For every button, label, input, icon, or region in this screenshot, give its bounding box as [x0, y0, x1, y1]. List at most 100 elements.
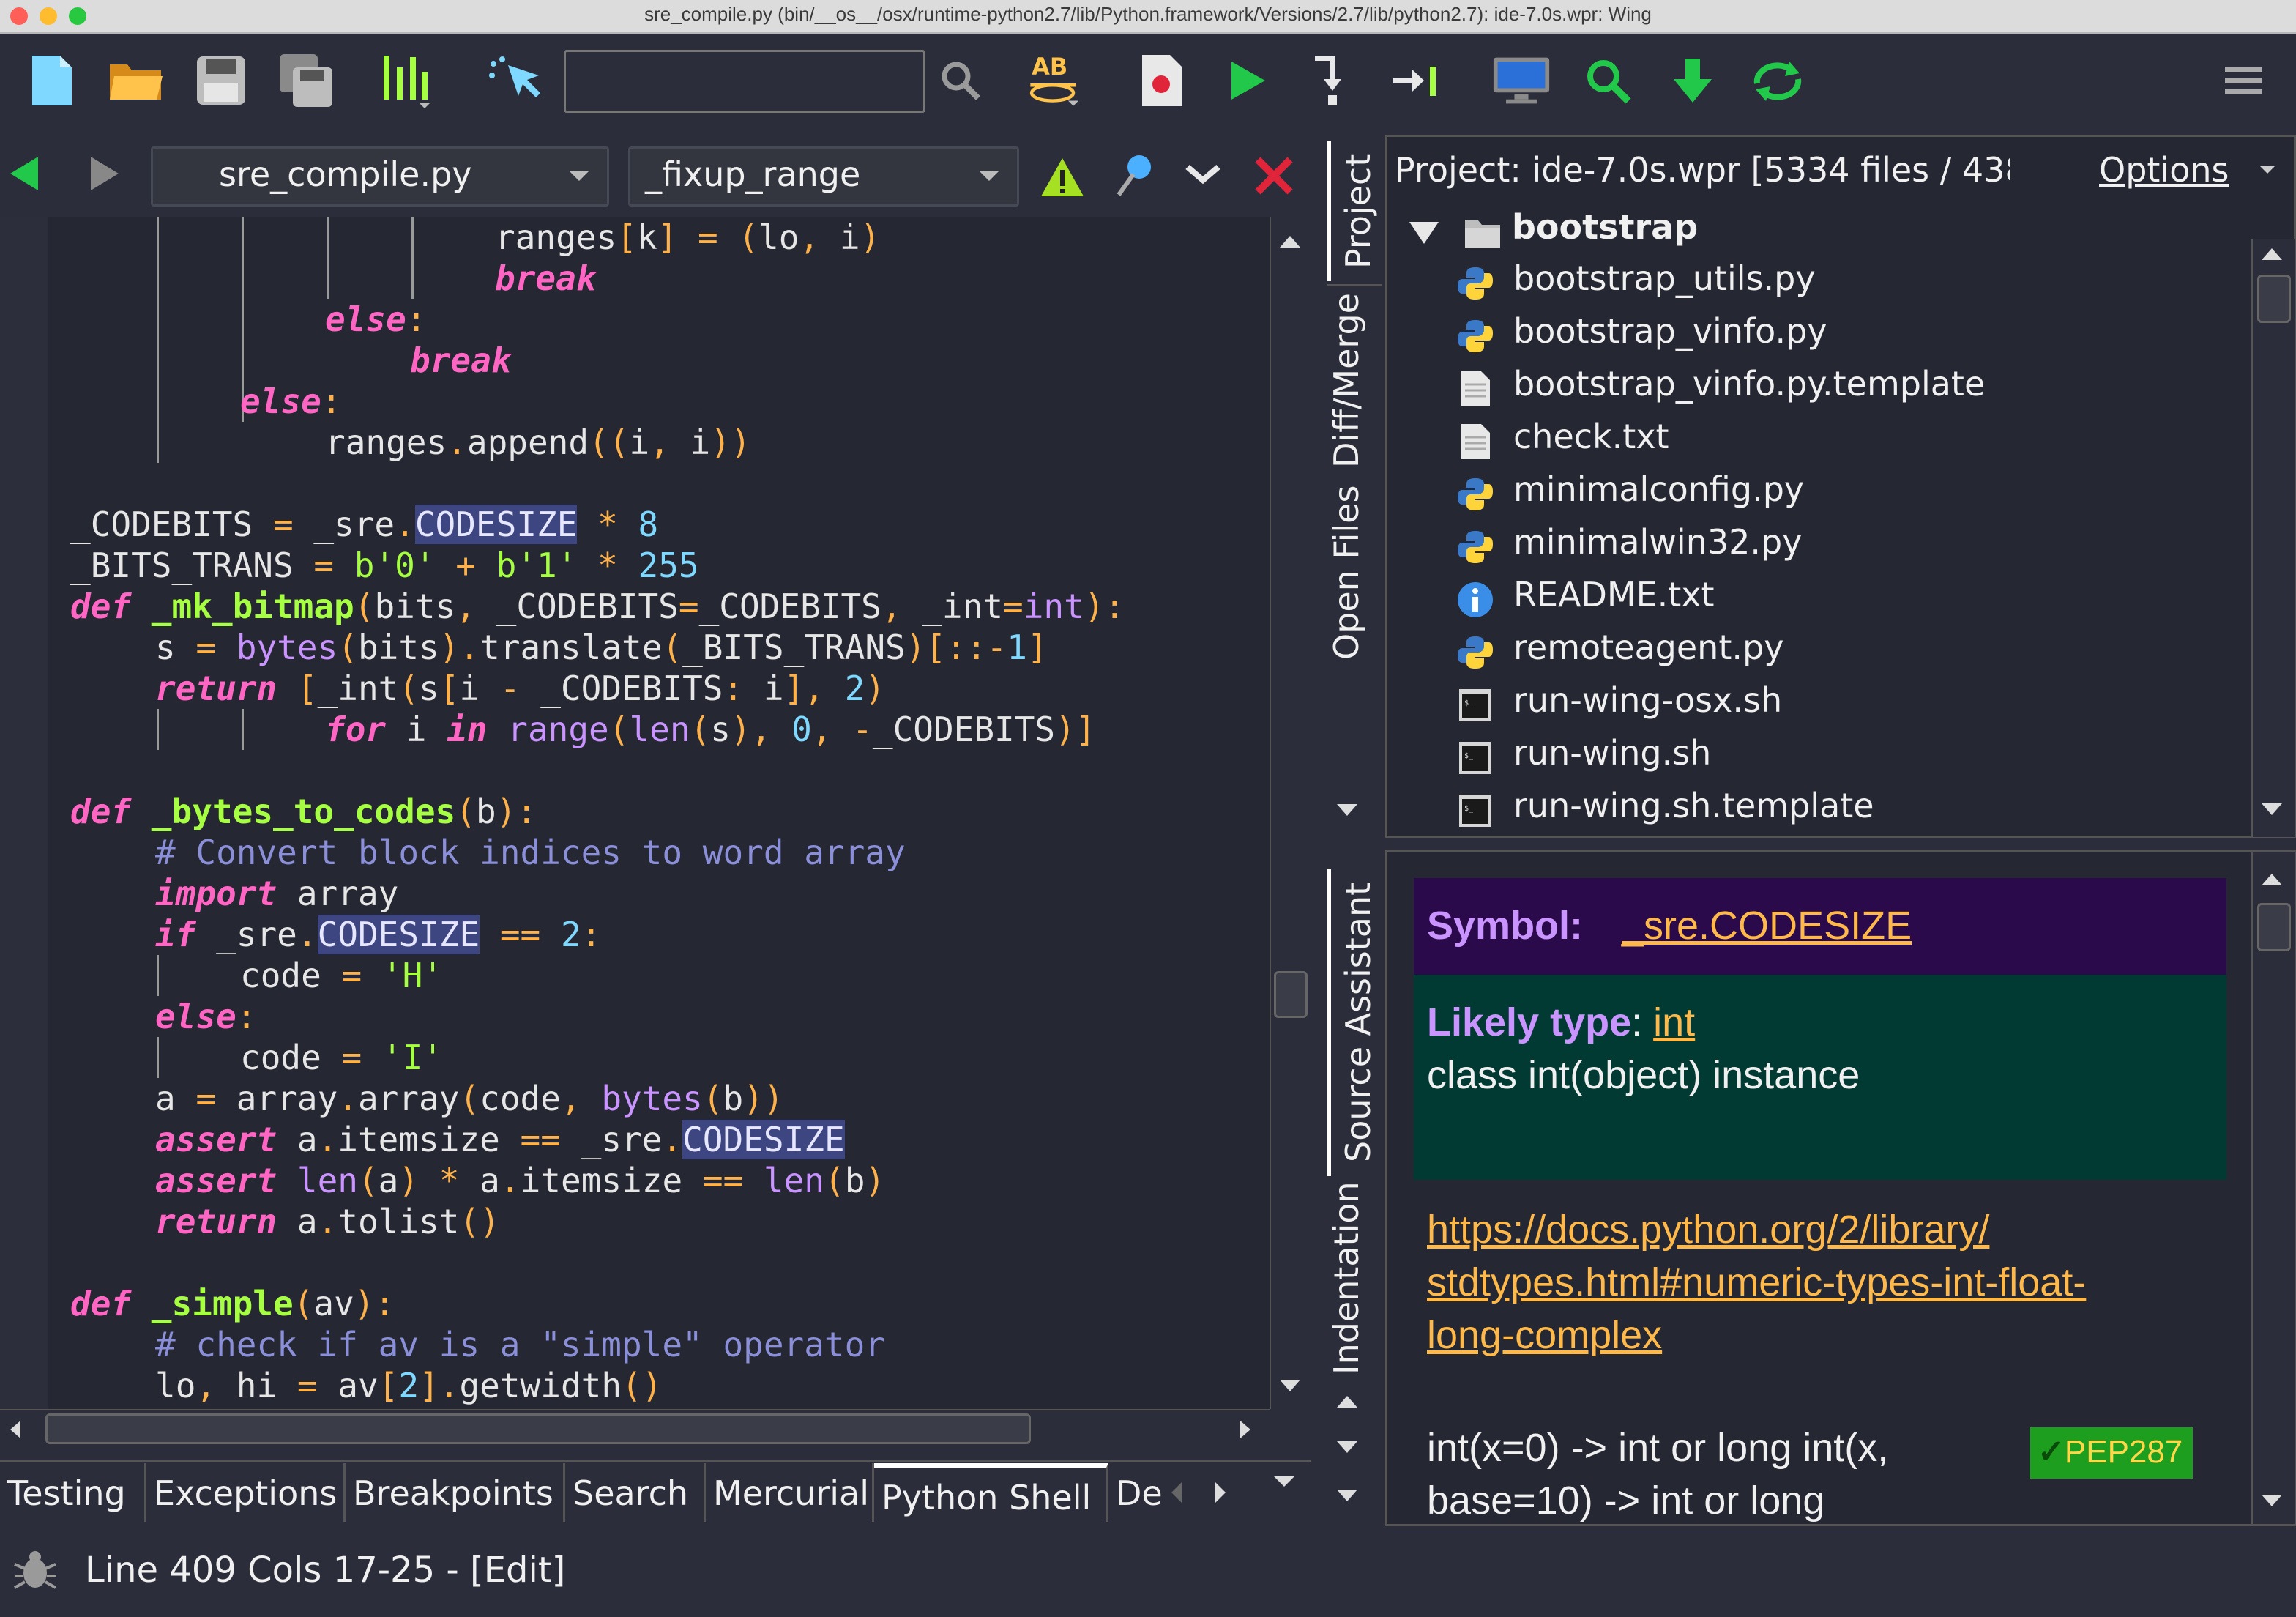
- shell-file-icon: $_: [1459, 742, 1491, 774]
- pin-icon[interactable]: [1114, 152, 1155, 202]
- code-line: code = 'H': [240, 956, 443, 995]
- side-tabs-down-icon[interactable]: [1337, 1441, 1357, 1453]
- editor-vertical-scrollbar[interactable]: [1270, 217, 1312, 1409]
- doc-link[interactable]: stdtypes.html#numeric-types-int-float-: [1427, 1260, 2086, 1304]
- display-icon[interactable]: [1492, 51, 1551, 110]
- forward-icon[interactable]: [88, 155, 120, 195]
- code-line: else:: [155, 997, 257, 1036]
- assistant-vertical-scrollbar[interactable]: [2251, 852, 2295, 1524]
- tab-testing[interactable]: Testing: [0, 1463, 146, 1522]
- doc-links: https://docs.python.org/2/library/ stdty…: [1427, 1203, 2086, 1361]
- tab-search[interactable]: Search: [565, 1463, 706, 1522]
- tree-file-label: run-wing-osx.sh: [1513, 680, 1783, 720]
- tab-python-shell[interactable]: Python Shell: [874, 1463, 1108, 1522]
- pointer-icon[interactable]: [486, 51, 545, 110]
- close-icon[interactable]: [1253, 155, 1294, 199]
- options-button[interactable]: Options: [2099, 150, 2229, 190]
- tab-mercurial[interactable]: Mercurial: [706, 1463, 874, 1522]
- download-icon[interactable]: [1663, 51, 1722, 110]
- chevron-down-icon: [569, 171, 589, 181]
- doc-link[interactable]: long-complex: [1427, 1313, 1662, 1357]
- new-file-icon[interactable]: [22, 51, 81, 110]
- tab-open-files[interactable]: Open Files: [1327, 477, 1382, 668]
- text-file-icon: [1461, 371, 1490, 406]
- file-combo[interactable]: sre_compile.py: [151, 146, 609, 207]
- bug-icon[interactable]: [12, 1547, 59, 1596]
- type-line: Likely type: int: [1427, 1000, 1696, 1044]
- warning-icon[interactable]: [1040, 157, 1085, 201]
- code-line: _CODEBITS = _sre.CODESIZE * 8: [70, 505, 659, 544]
- project-scroll-thumb[interactable]: [2257, 275, 2291, 323]
- editor-scroll-thumb[interactable]: [1274, 971, 1308, 1018]
- search-icon[interactable]: [931, 51, 990, 110]
- code-lines: ranges[k] = (lo, i) break else: break el…: [0, 217, 1270, 1409]
- tree-file-label: check.txt: [1513, 417, 1669, 456]
- type-link[interactable]: int: [1653, 1000, 1695, 1044]
- scroll-up-icon[interactable]: [2262, 874, 2282, 885]
- save-all-icon[interactable]: [277, 51, 335, 110]
- code-line: ranges.append((i, i)): [325, 423, 751, 462]
- project-vertical-scrollbar[interactable]: [2251, 239, 2295, 837]
- main-toolbar: AB: [0, 34, 2296, 132]
- chevron-down-icon[interactable]: [1185, 161, 1221, 193]
- toolbar-search-input[interactable]: [564, 50, 925, 113]
- signature-text: int(x=0) -> int or long int(x, base=10) …: [1427, 1421, 1888, 1527]
- step-into-icon[interactable]: [1302, 51, 1360, 110]
- editor-horizontal-scrollbar[interactable]: [0, 1409, 1270, 1449]
- tabs-menu-icon[interactable]: [1274, 1476, 1294, 1487]
- scope-combo[interactable]: _fixup_range: [628, 146, 1019, 207]
- side-tabs-up-icon[interactable]: [1337, 1396, 1357, 1408]
- find-icon[interactable]: [1578, 51, 1637, 110]
- tab-project[interactable]: Project: [1327, 141, 1382, 281]
- code-line: assert a.itemsize == _sre.CODESIZE: [155, 1120, 845, 1159]
- symbol-link[interactable]: _sre.CODESIZE: [1622, 903, 1912, 948]
- debug-file-icon[interactable]: [1132, 51, 1190, 110]
- python-file-icon: [1458, 320, 1493, 352]
- code-line: return a.tolist(): [155, 1202, 500, 1241]
- step-over-icon[interactable]: [1387, 51, 1445, 110]
- pep-badge[interactable]: ✓PEP287: [2030, 1427, 2193, 1479]
- indent-guide: [327, 217, 329, 299]
- pane-splitter[interactable]: [1311, 135, 1324, 1526]
- side-tabs-menu-icon[interactable]: [1337, 804, 1357, 816]
- save-icon[interactable]: [192, 51, 250, 110]
- side-tabs-top: Project Diff/Merge Open Files: [1324, 135, 1385, 838]
- scroll-up-icon[interactable]: [1280, 236, 1300, 248]
- open-folder-icon[interactable]: [107, 51, 165, 110]
- tab-exceptions[interactable]: Exceptions: [146, 1463, 346, 1522]
- doc-link[interactable]: https://docs.python.org/2/library/: [1427, 1208, 1989, 1252]
- back-icon[interactable]: [9, 155, 41, 195]
- tab-breakpoints[interactable]: Breakpoints: [346, 1463, 565, 1522]
- indent-icon[interactable]: [378, 51, 436, 110]
- scroll-down-icon[interactable]: [1280, 1380, 1300, 1391]
- scroll-down-icon[interactable]: [2262, 803, 2282, 815]
- tabs-scroll-left-icon[interactable]: [1171, 1482, 1182, 1503]
- svg-text:$_: $_: [1464, 699, 1474, 707]
- file-combo-label: sre_compile.py: [219, 155, 472, 194]
- menu-icon[interactable]: [2214, 51, 2273, 110]
- assistant-scroll-thumb[interactable]: [2257, 903, 2291, 951]
- text-file-icon: [1461, 424, 1490, 459]
- tabs-scroll-right-icon[interactable]: [1215, 1482, 1226, 1503]
- run-icon[interactable]: [1217, 51, 1275, 110]
- tab-debug-truncated[interactable]: De: [1108, 1463, 1163, 1522]
- side-tabs-menu-icon[interactable]: [1337, 1490, 1357, 1501]
- scroll-left-icon[interactable]: [10, 1421, 20, 1438]
- tree-file-label: bootstrap_vinfo.py.template: [1513, 364, 1986, 404]
- tree-file-label: minimalconfig.py: [1513, 469, 1805, 509]
- code-line: for i in range(len(s), 0, -_CODEBITS)]: [325, 710, 1096, 749]
- code-line: else:: [325, 300, 427, 339]
- tree-file-label: run-wing.sh.template: [1513, 786, 1874, 825]
- spell-check-icon[interactable]: AB: [1026, 51, 1085, 110]
- sync-icon[interactable]: [1748, 51, 1807, 110]
- tree-file-label: minimalwin32.py: [1513, 522, 1803, 562]
- scroll-right-icon[interactable]: [1240, 1421, 1250, 1438]
- scroll-up-icon[interactable]: [2262, 248, 2282, 260]
- scroll-down-icon[interactable]: [2262, 1495, 2282, 1506]
- editor-hscroll-thumb[interactable]: [45, 1413, 1031, 1444]
- tab-indentation[interactable]: Indentation: [1327, 1179, 1382, 1377]
- tab-diff-merge[interactable]: Diff/Merge: [1327, 284, 1382, 475]
- tab-source-assistant[interactable]: Source Assistant: [1327, 869, 1382, 1176]
- expand-arrow-icon[interactable]: [1409, 222, 1439, 244]
- code-line: ranges[k] = (lo, i): [495, 218, 881, 257]
